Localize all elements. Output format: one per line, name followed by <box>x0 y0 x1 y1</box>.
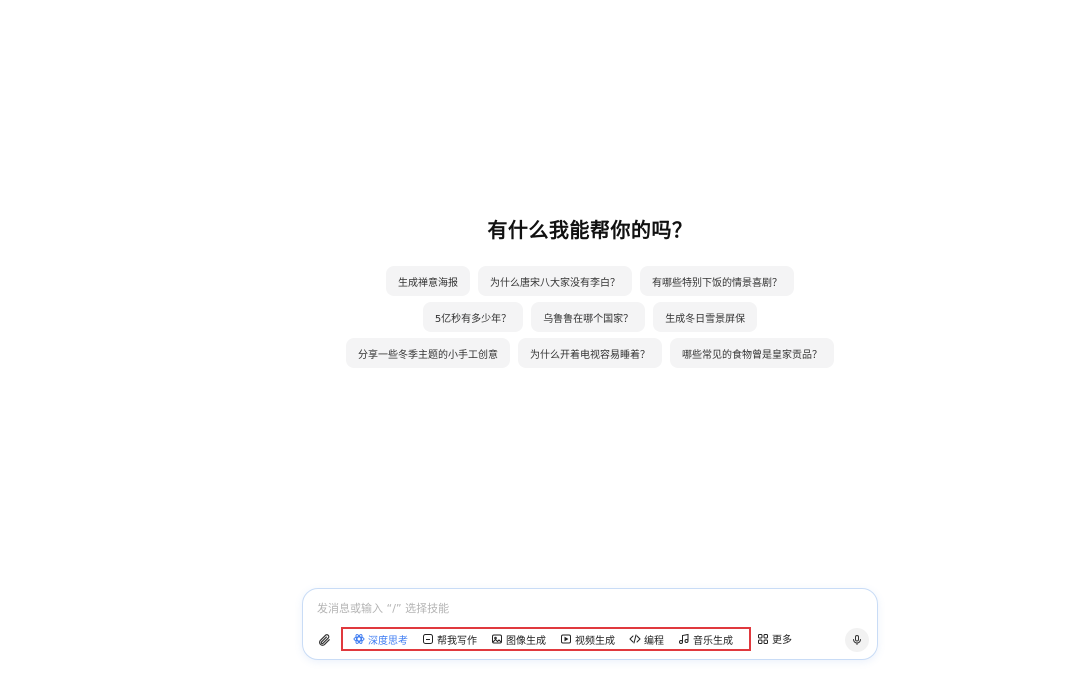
more-skills-button[interactable]: 更多 <box>757 631 792 646</box>
suggestion-chip[interactable]: 生成冬日雪景屏保 <box>653 302 758 332</box>
suggestion-row: 分享一些冬季主题的小手工创意 为什么开着电视容易睡着？ 哪些常见的食物曾是皇家贡… <box>0 338 1080 368</box>
pen-box-icon <box>423 634 433 644</box>
suggestion-chip[interactable]: 生成禅意海报 <box>386 266 470 296</box>
page: 有什么我能帮你的吗？ 生成禅意海报 为什么唐宋八大家没有李白？ 有哪些特别下饭的… <box>0 0 1080 674</box>
image-icon <box>492 634 502 644</box>
atom-icon <box>353 634 365 644</box>
music-note-icon <box>679 633 689 644</box>
code-icon <box>629 634 641 644</box>
grid-icon <box>758 633 768 644</box>
skill-label: 深度思考 <box>368 635 408 647</box>
more-label: 更多 <box>772 635 792 646</box>
skill-image-button[interactable]: 图像生成 <box>491 632 546 647</box>
play-box-icon <box>561 634 571 644</box>
suggestion-chip[interactable]: 有哪些特别下饭的情景喜剧？ <box>640 266 794 296</box>
suggestion-chip[interactable]: 分享一些冬季主题的小手工创意 <box>346 338 510 368</box>
suggestion-row: 5亿秒有多少年？ 乌鲁鲁在哪个国家？ 生成冬日雪景屏保 <box>0 302 1080 332</box>
paperclip-icon <box>319 634 330 646</box>
microphone-icon <box>853 635 861 645</box>
voice-input-button[interactable] <box>845 628 869 652</box>
skill-label: 帮我写作 <box>437 635 477 647</box>
skill-coding-button[interactable]: 编程 <box>629 632 664 647</box>
attach-button[interactable] <box>315 631 333 649</box>
suggestion-chip[interactable]: 乌鲁鲁在哪个国家？ <box>531 302 646 332</box>
skill-label: 图像生成 <box>506 635 546 647</box>
skill-label: 视频生成 <box>575 635 615 647</box>
page-title: 有什么我能帮你的吗？ <box>487 218 693 242</box>
skill-toolbar: 深度思考 帮我写作 图像生成 视频生成 编程 音乐生成 <box>341 627 751 651</box>
skill-label: 编程 <box>644 635 664 647</box>
message-input[interactable] <box>317 599 837 617</box>
suggestion-list: 生成禅意海报 为什么唐宋八大家没有李白？ 有哪些特别下饭的情景喜剧？ 5亿秒有多… <box>0 266 1080 374</box>
suggestion-chip[interactable]: 为什么开着电视容易睡着？ <box>518 338 662 368</box>
suggestion-row: 生成禅意海报 为什么唐宋八大家没有李白？ 有哪些特别下饭的情景喜剧？ <box>0 266 1080 296</box>
skill-video-button[interactable]: 视频生成 <box>560 632 615 647</box>
skill-writing-button[interactable]: 帮我写作 <box>422 632 477 647</box>
skill-music-button[interactable]: 音乐生成 <box>678 632 733 647</box>
chat-composer: 深度思考 帮我写作 图像生成 <box>302 588 878 660</box>
skill-label: 音乐生成 <box>693 635 733 647</box>
suggestion-chip[interactable]: 为什么唐宋八大家没有李白？ <box>478 266 632 296</box>
suggestion-chip[interactable]: 5亿秒有多少年？ <box>422 302 524 332</box>
suggestion-chip[interactable]: 哪些常见的食物曾是皇家贡品？ <box>670 338 834 368</box>
skill-deep-think-button[interactable]: 深度思考 <box>353 632 408 647</box>
